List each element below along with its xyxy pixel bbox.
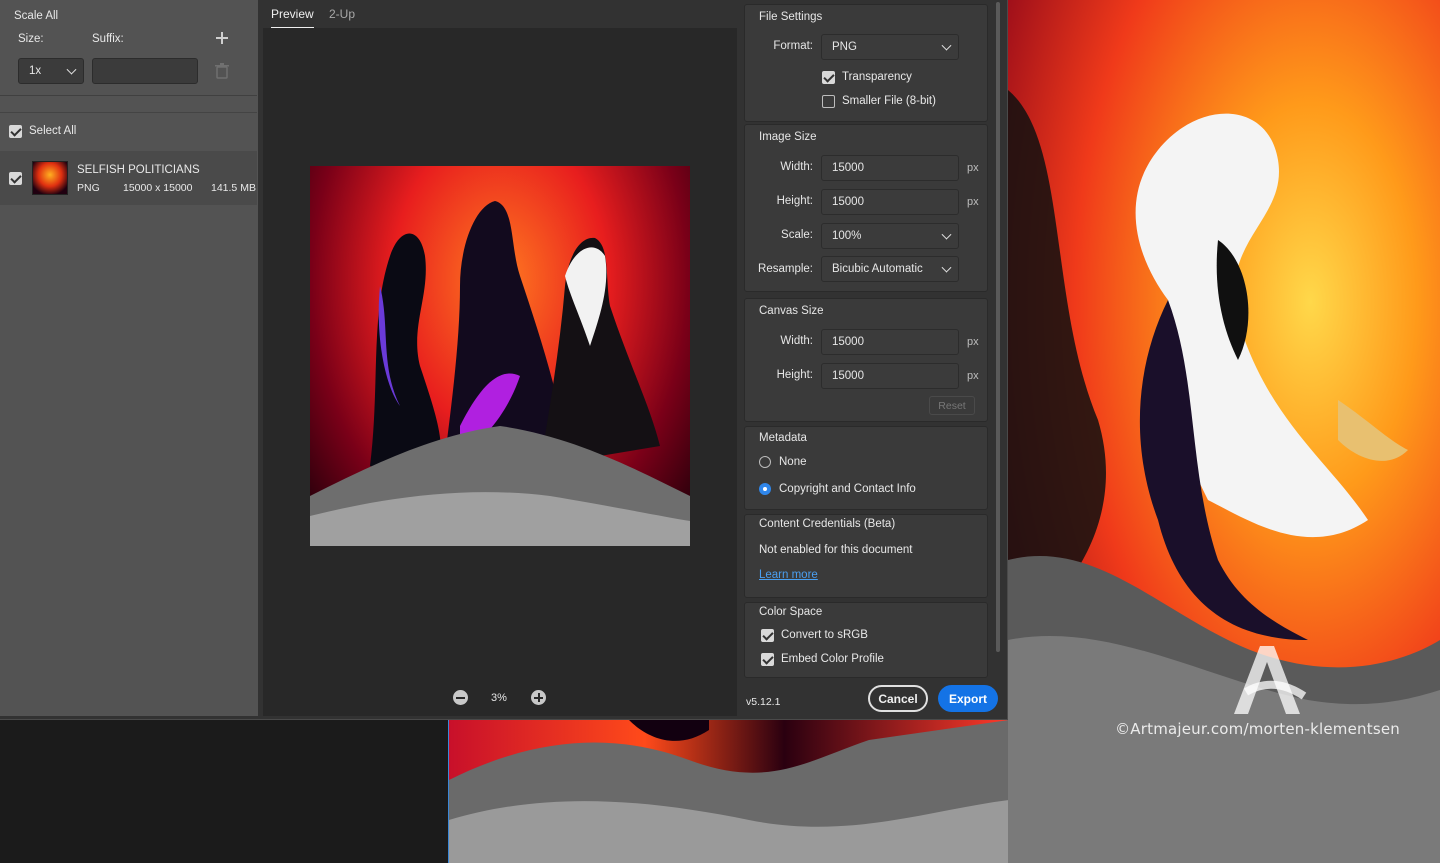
watermark-text: ©Artmajeur.com/morten-klementsen	[1115, 720, 1400, 738]
convert-srgb-label: Convert to sRGB	[781, 629, 868, 641]
image-width-unit: px	[967, 162, 979, 174]
metadata-none-label: None	[779, 456, 807, 468]
suffix-label: Suffix:	[92, 33, 124, 45]
canvas-size-section: Canvas Size Width: 15000 px Height: 1500…	[744, 298, 988, 422]
metadata-copyright-radio[interactable]	[759, 483, 771, 495]
export-button[interactable]: Export	[938, 685, 998, 712]
size-dropdown[interactable]: 1x	[18, 58, 84, 84]
chevron-down-icon	[941, 40, 952, 51]
preview-area: Preview 2-Up 3%	[263, 0, 737, 716]
scale-label: Scale:	[781, 229, 813, 241]
assets-panel: Scale All Size: Suffix: 1x Select All SE…	[0, 0, 258, 716]
asset-thumbnail	[32, 161, 68, 195]
cancel-button[interactable]: Cancel	[868, 685, 928, 712]
image-height-label: Height:	[776, 195, 813, 207]
scale-dropdown[interactable]: 100%	[821, 223, 959, 249]
watermark-logo-icon	[1234, 646, 1307, 714]
chevron-down-icon	[941, 262, 952, 273]
preview-canvas: 3%	[263, 28, 737, 716]
content-credentials-section: Content Credentials (Beta) Not enabled f…	[744, 514, 988, 598]
transparency-checkbox[interactable]	[822, 71, 835, 84]
canvas-height-unit: px	[967, 370, 979, 382]
learn-more-link[interactable]: Learn more	[759, 569, 818, 581]
version-label: v5.12.1	[746, 696, 781, 708]
metadata-copyright-label: Copyright and Contact Info	[779, 483, 916, 495]
metadata-section: Metadata None Copyright and Contact Info	[744, 426, 988, 510]
chevron-down-icon	[941, 229, 952, 240]
reset-button[interactable]: Reset	[929, 396, 975, 415]
resample-dropdown-value: Bicubic Automatic	[832, 263, 923, 275]
zoom-in-icon[interactable]	[531, 690, 546, 705]
canvas-width-label: Width:	[780, 335, 813, 347]
color-space-section: Color Space Convert to sRGB Embed Color …	[744, 602, 988, 678]
export-as-dialog: Scale All Size: Suffix: 1x Select All SE…	[0, 0, 1008, 720]
size-dropdown-value: 1x	[29, 65, 42, 77]
scale-all-label: Scale All	[14, 10, 59, 22]
suffix-input[interactable]	[92, 58, 198, 84]
image-size-title: Image Size	[759, 131, 817, 143]
canvas-width-input[interactable]: 15000	[821, 329, 959, 355]
resample-dropdown[interactable]: Bicubic Automatic	[821, 256, 959, 282]
metadata-title: Metadata	[759, 432, 807, 444]
embed-profile-checkbox[interactable]	[761, 653, 774, 666]
document-canvas-empty	[0, 720, 448, 863]
asset-dimensions: 15000 x 15000	[123, 182, 193, 194]
canvas-height-input[interactable]: 15000	[821, 363, 959, 389]
smaller-file-checkbox[interactable]	[822, 95, 835, 108]
canvas-size-title: Canvas Size	[759, 305, 824, 317]
smaller-file-label: Smaller File (8-bit)	[842, 95, 936, 107]
tab-2-up[interactable]: 2-Up	[329, 7, 355, 21]
content-credentials-title: Content Credentials (Beta)	[759, 518, 896, 530]
file-settings-title: File Settings	[759, 11, 823, 23]
settings-scrollbar[interactable]	[996, 2, 1000, 652]
image-size-section: Image Size Width: 15000 px Height: 15000…	[744, 124, 988, 292]
trash-icon[interactable]	[215, 63, 229, 79]
preview-tabs: Preview 2-Up	[263, 0, 737, 29]
canvas-height-label: Height:	[776, 369, 813, 381]
metadata-none-radio[interactable]	[759, 456, 771, 468]
zoom-out-icon[interactable]	[453, 690, 468, 705]
embed-profile-label: Embed Color Profile	[781, 653, 884, 665]
color-space-title: Color Space	[759, 606, 823, 618]
settings-panel: File Settings Format: PNG Transparency S…	[742, 0, 1004, 716]
scale-dropdown-value: 100%	[832, 230, 862, 242]
resample-label: Resample:	[758, 263, 813, 275]
select-all-row[interactable]: Select All	[0, 112, 257, 150]
preview-image	[310, 166, 690, 546]
select-all-label: Select All	[29, 125, 77, 137]
add-scale-icon[interactable]	[214, 30, 230, 46]
background-artwork-bottom	[448, 720, 1008, 863]
image-width-input[interactable]: 15000	[821, 155, 959, 181]
asset-name: SELFISH POLITICIANS	[77, 164, 200, 176]
format-dropdown-value: PNG	[832, 41, 857, 53]
format-dropdown[interactable]: PNG	[821, 34, 959, 60]
asset-format: PNG	[77, 182, 100, 194]
scale-all-section: Scale All Size: Suffix: 1x	[0, 0, 257, 96]
asset-list-item[interactable]: SELFISH POLITICIANS PNG 15000 x 15000 14…	[0, 151, 257, 205]
convert-srgb-checkbox[interactable]	[761, 629, 774, 642]
canvas-width-unit: px	[967, 336, 979, 348]
tab-preview[interactable]: Preview	[271, 7, 314, 29]
image-height-input[interactable]: 15000	[821, 189, 959, 215]
chevron-down-icon	[66, 64, 77, 75]
image-width-label: Width:	[780, 161, 813, 173]
image-height-unit: px	[967, 196, 979, 208]
asset-file-size: 141.5 MB	[211, 182, 256, 194]
transparency-label: Transparency	[842, 71, 912, 83]
file-settings-section: File Settings Format: PNG Transparency S…	[744, 4, 988, 122]
format-label: Format:	[773, 40, 813, 52]
size-label: Size:	[18, 33, 44, 45]
zoom-level: 3%	[491, 692, 507, 704]
content-credentials-status: Not enabled for this document	[759, 544, 913, 556]
asset-checkbox[interactable]	[9, 172, 22, 185]
select-all-checkbox[interactable]	[9, 125, 22, 138]
